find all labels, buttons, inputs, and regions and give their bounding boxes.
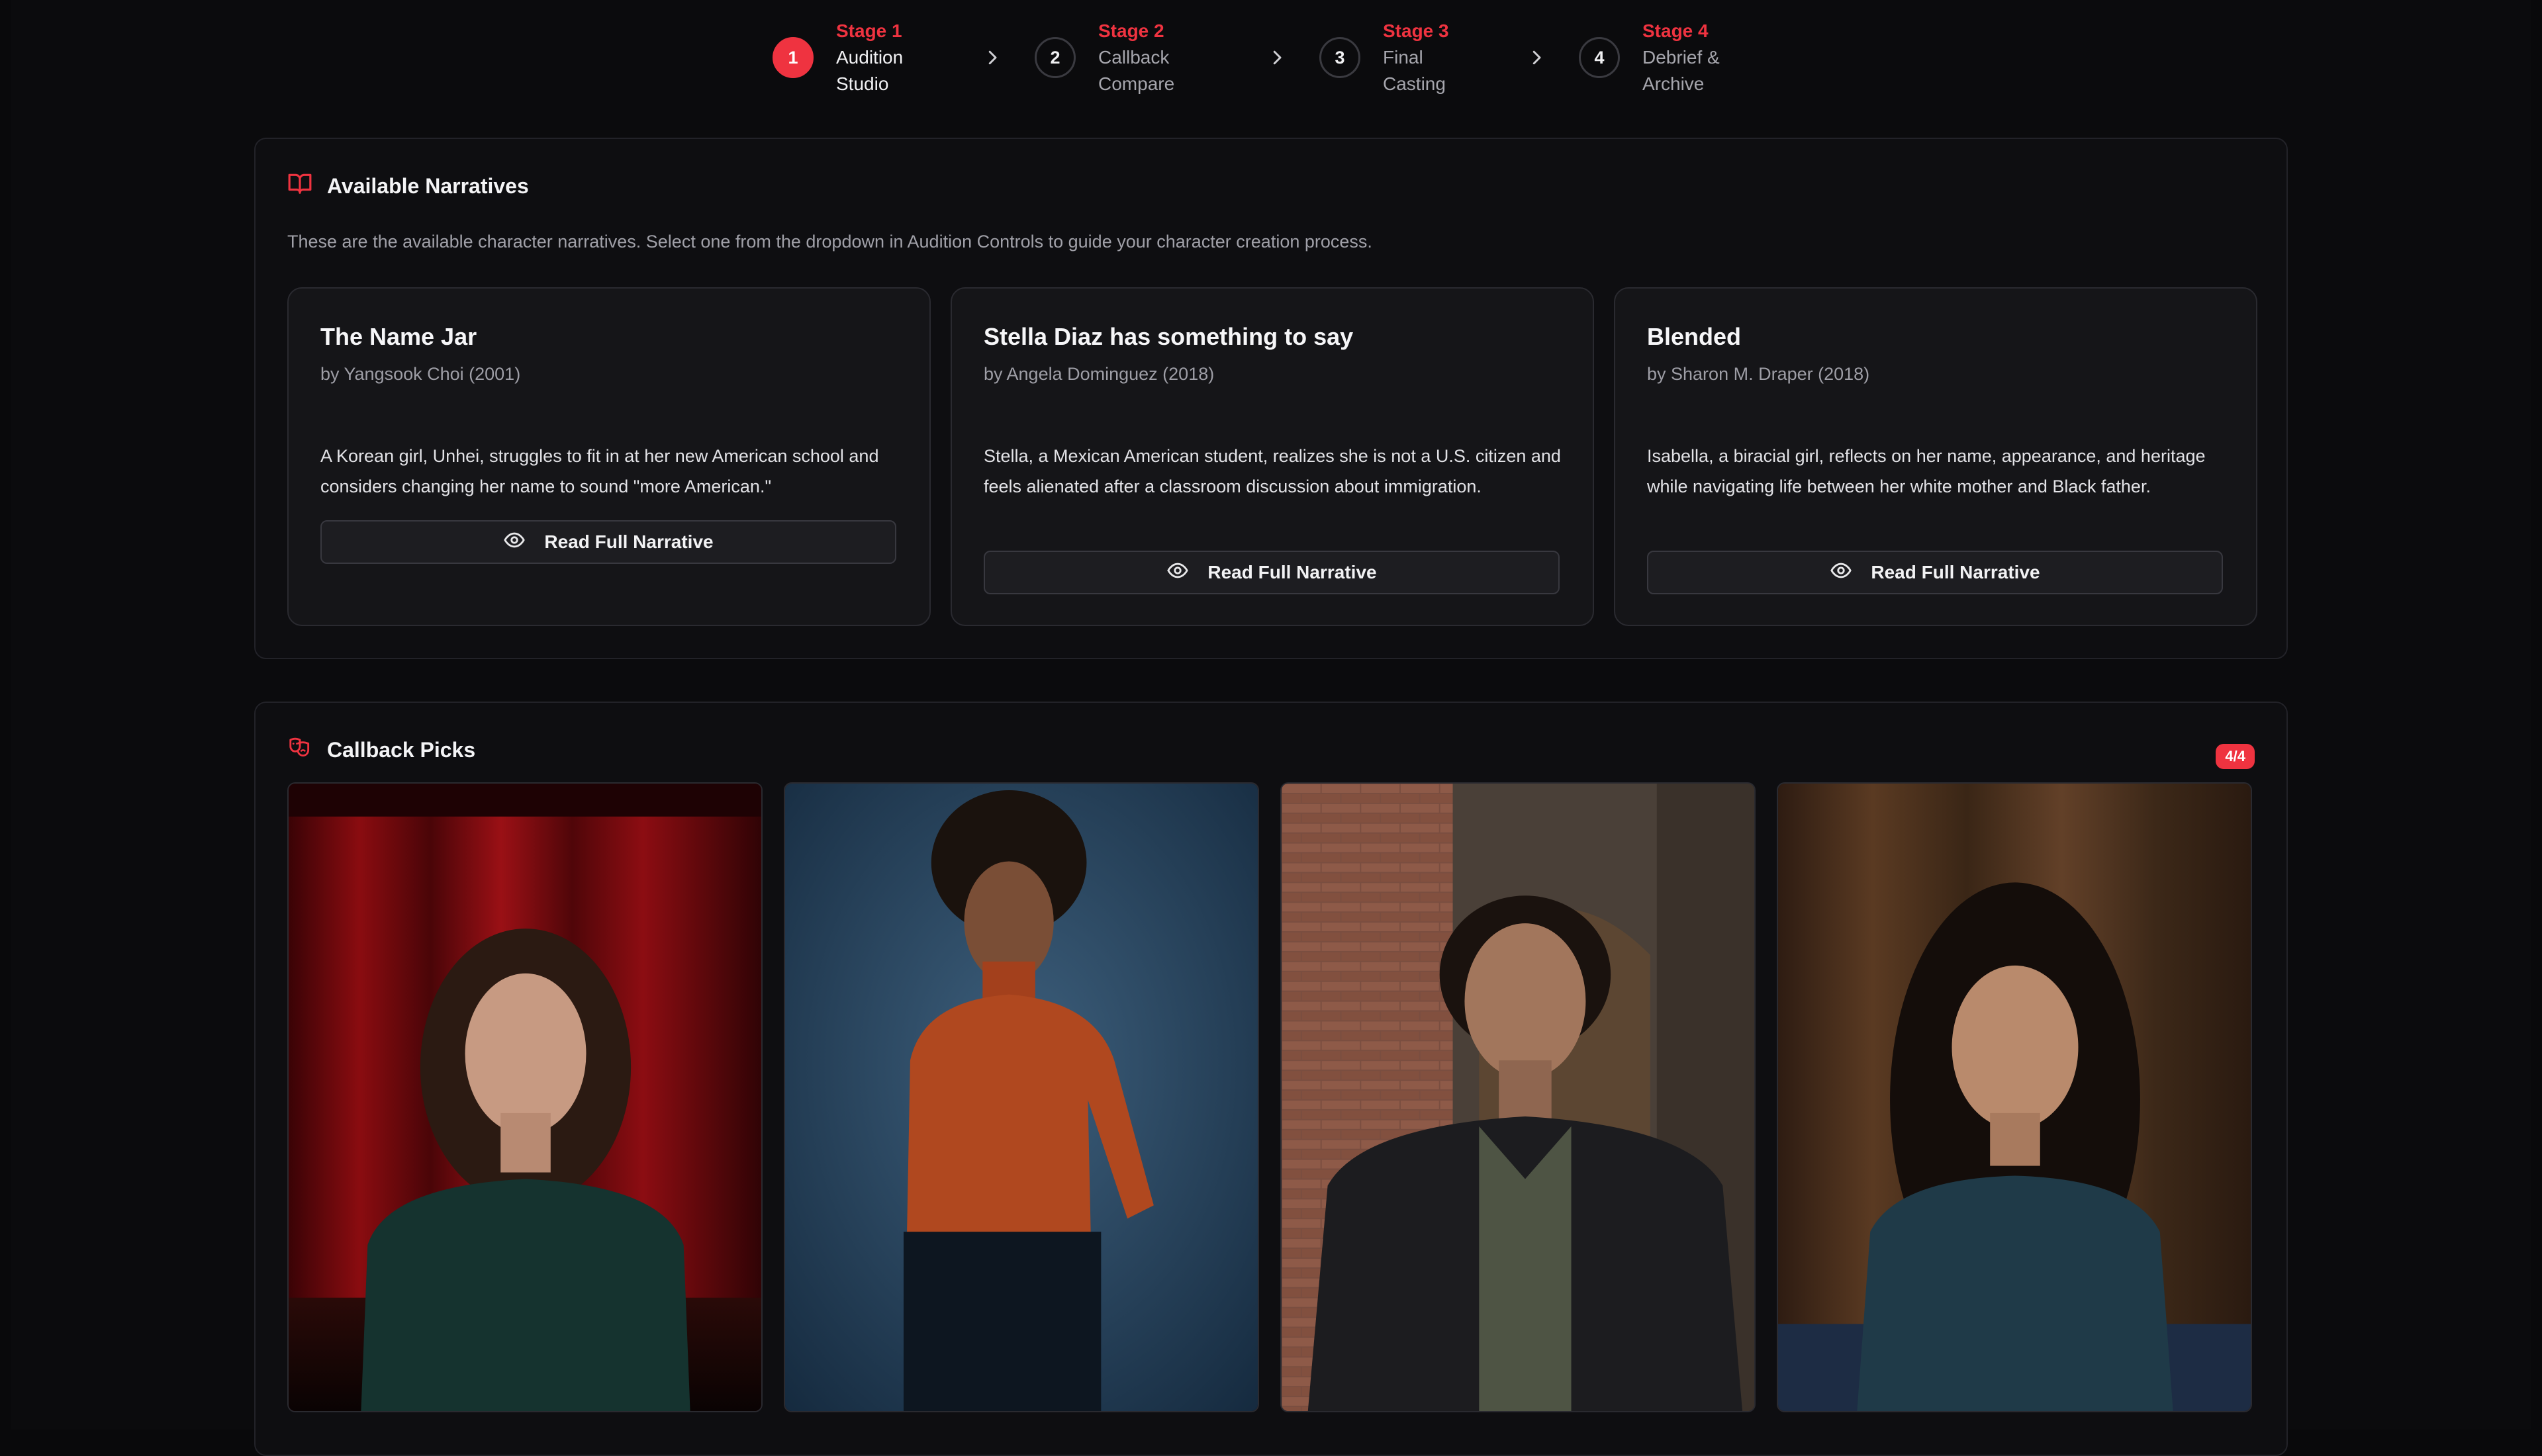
narrative-card: The Name Jar by Yangsook Choi (2001) A K… bbox=[287, 287, 931, 626]
stage-stepper: 1 Stage 1 Audition Studio 2 Stage 2 Call… bbox=[773, 15, 1720, 101]
step-number-badge: 3 bbox=[1319, 37, 1360, 78]
step-stage-4[interactable]: 4 Stage 4 Debrief & Archive bbox=[1579, 18, 1720, 97]
open-book-icon bbox=[287, 171, 312, 201]
step-stage-1[interactable]: 1 Stage 1 Audition Studio bbox=[773, 18, 979, 97]
step-label-line2: Studio bbox=[836, 73, 889, 94]
button-label: Read Full Narrative bbox=[1871, 562, 2040, 582]
chevron-right-icon bbox=[979, 44, 1006, 71]
narrative-author: by Sharon M. Draper (2018) bbox=[1647, 364, 1870, 384]
step-number-badge: 2 bbox=[1035, 37, 1076, 78]
panel-title: Available Narratives bbox=[327, 173, 529, 198]
callback-panel-header: Callback Picks bbox=[287, 735, 475, 765]
picks-count-badge: 4/4 bbox=[2216, 744, 2255, 769]
narrative-summary: Isabella, a biracial girl, reflects on h… bbox=[1647, 446, 2206, 496]
narrative-title: The Name Jar bbox=[320, 323, 477, 350]
narratives-panel: Available Narratives These are the avail… bbox=[254, 138, 2288, 659]
step-label-line2: Archive bbox=[1642, 73, 1705, 94]
step-kicker: Stage 1 bbox=[836, 21, 902, 41]
step-label-line1: Callback bbox=[1098, 47, 1170, 68]
step-kicker: Stage 4 bbox=[1642, 21, 1709, 41]
step-label-line1: Debrief & bbox=[1642, 47, 1720, 68]
eye-icon bbox=[1830, 559, 1852, 586]
narrative-summary: Stella, a Mexican American student, real… bbox=[984, 446, 1561, 496]
step-kicker: Stage 2 bbox=[1098, 21, 1164, 41]
theater-masks-icon bbox=[287, 735, 312, 765]
callback-pick-card[interactable] bbox=[1280, 782, 1756, 1412]
step-number-badge: 1 bbox=[773, 37, 814, 78]
step-label-line2: Casting bbox=[1383, 73, 1446, 94]
step-label-line2: Compare bbox=[1098, 73, 1175, 94]
narrative-card: Blended by Sharon M. Draper (2018) Isabe… bbox=[1614, 287, 2257, 626]
read-full-narrative-button[interactable]: Read Full Narrative bbox=[320, 520, 896, 564]
app-root: 1 Stage 1 Audition Studio 2 Stage 2 Call… bbox=[11, 0, 2531, 1456]
portrait-photo bbox=[1282, 784, 1754, 1411]
narratives-description: These are the available character narrat… bbox=[287, 232, 1372, 251]
callback-pick-card[interactable] bbox=[287, 782, 763, 1412]
step-kicker: Stage 3 bbox=[1383, 21, 1449, 41]
eye-icon bbox=[503, 529, 526, 556]
step-number-badge: 4 bbox=[1579, 37, 1620, 78]
button-label: Read Full Narrative bbox=[1207, 562, 1377, 582]
panel-title: Callback Picks bbox=[327, 737, 476, 762]
narrative-author: by Angela Dominguez (2018) bbox=[984, 364, 1215, 384]
button-label: Read Full Narrative bbox=[544, 531, 714, 552]
callback-pick-card[interactable] bbox=[784, 782, 1259, 1412]
narratives-panel-header: Available Narratives bbox=[287, 171, 529, 201]
narrative-title: Stella Diaz has something to say bbox=[984, 323, 1354, 350]
eye-icon bbox=[1166, 559, 1189, 586]
step-stage-2[interactable]: 2 Stage 2 Callback Compare bbox=[1035, 18, 1264, 97]
step-label-line1: Audition bbox=[836, 47, 904, 68]
portrait-photo bbox=[785, 784, 1258, 1411]
narrative-summary: A Korean girl, Unhei, struggles to fit i… bbox=[320, 446, 879, 496]
portrait-photo bbox=[1778, 784, 2251, 1411]
callback-picks-panel: Callback Picks 4/4 bbox=[254, 702, 2288, 1456]
narrative-card: Stella Diaz has something to say by Ange… bbox=[951, 287, 1594, 626]
chevron-right-icon bbox=[1523, 44, 1550, 71]
chevron-right-icon bbox=[1264, 44, 1290, 71]
step-stage-3[interactable]: 3 Stage 3 Final Casting bbox=[1319, 18, 1523, 97]
callback-pick-card[interactable] bbox=[1777, 782, 2252, 1412]
read-full-narrative-button[interactable]: Read Full Narrative bbox=[984, 551, 1560, 594]
narrative-author: by Yangsook Choi (2001) bbox=[320, 364, 521, 384]
portrait-photo bbox=[289, 784, 761, 1411]
narrative-title: Blended bbox=[1647, 323, 1742, 350]
step-label-line1: Final bbox=[1383, 47, 1423, 68]
read-full-narrative-button[interactable]: Read Full Narrative bbox=[1647, 551, 2223, 594]
